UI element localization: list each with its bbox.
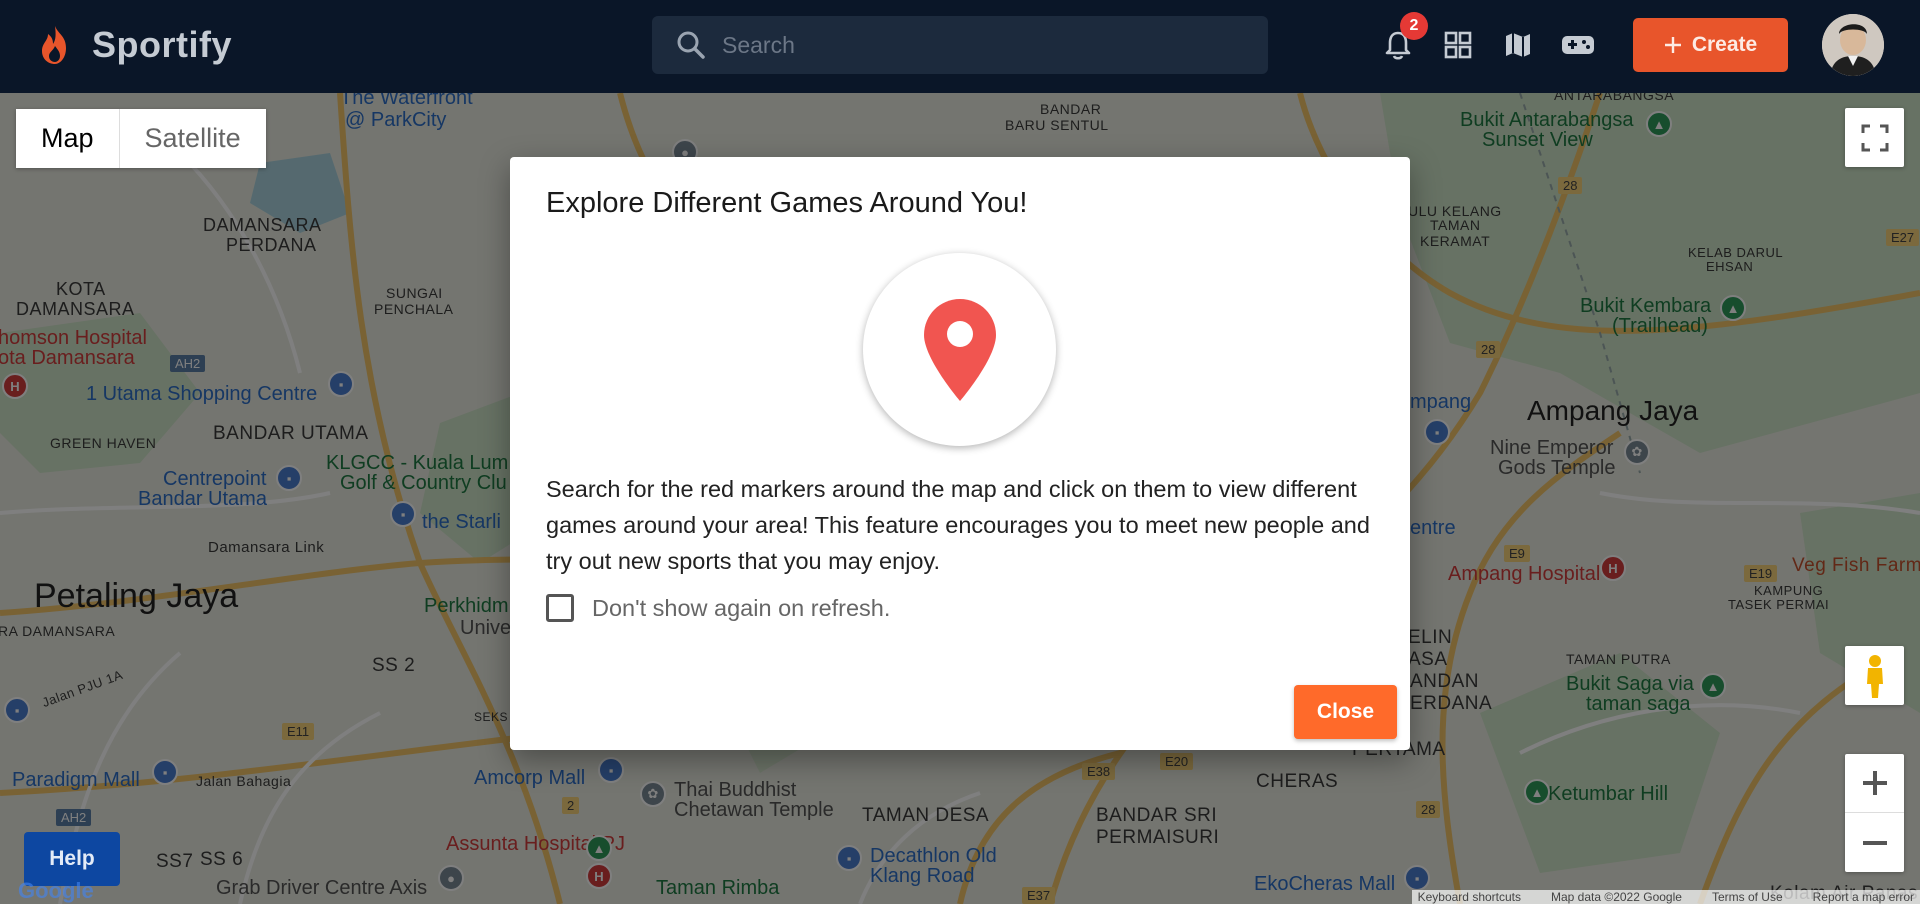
- app-logo[interactable]: Sportify: [32, 22, 232, 68]
- create-button-label: Create: [1691, 33, 1758, 56]
- map-data-text: Map data ©2022 Google: [1551, 890, 1682, 904]
- fullscreen-button[interactable]: [1845, 108, 1904, 167]
- dashboard-button[interactable]: [1440, 27, 1476, 63]
- keyboard-shortcuts-link[interactable]: Keyboard shortcuts: [1418, 890, 1521, 904]
- map-type-map-button[interactable]: Map: [16, 109, 119, 168]
- fullscreen-icon: [1861, 124, 1888, 151]
- map-icon: [1506, 33, 1530, 57]
- zoom-in-button[interactable]: [1845, 754, 1904, 813]
- user-avatar[interactable]: [1822, 14, 1884, 76]
- dialog-title: Explore Different Games Around You!: [546, 187, 1028, 219]
- search-bar[interactable]: [652, 16, 1268, 74]
- app-name: Sportify: [92, 24, 233, 65]
- dont-show-again-label: Don't show again on refresh.: [592, 594, 891, 621]
- plus-icon: [1664, 37, 1681, 53]
- grid-icon: [1444, 31, 1472, 59]
- street-view-pegman[interactable]: [1845, 646, 1904, 705]
- report-error-link[interactable]: Report a map error: [1813, 890, 1914, 904]
- fire-logo-icon: [42, 26, 66, 64]
- dialog-illustration: [863, 253, 1056, 446]
- google-logo: Google: [18, 878, 94, 903]
- explore-games-dialog: Explore Different Games Around You! Sear…: [510, 157, 1410, 750]
- search-input[interactable]: [722, 31, 1242, 59]
- map-type-satellite-button[interactable]: Satellite: [118, 109, 266, 168]
- map-attribution: Keyboard shortcuts Map data ©2022 Google…: [1411, 890, 1920, 904]
- notification-count-badge: 2: [1400, 12, 1428, 40]
- search-icon: [677, 31, 705, 59]
- dont-show-again-checkbox[interactable]: [546, 594, 574, 622]
- dont-show-again-option[interactable]: Don't show again on refresh.: [546, 594, 890, 622]
- user-photo: [1822, 14, 1884, 76]
- plus-icon: [1862, 771, 1887, 795]
- terms-link[interactable]: Terms of Use: [1712, 890, 1783, 904]
- create-button[interactable]: Create: [1633, 18, 1788, 72]
- map-type-control: Map Satellite: [16, 109, 266, 168]
- zoom-out-button[interactable]: [1845, 813, 1904, 872]
- zoom-control: [1845, 754, 1904, 872]
- map-view-button[interactable]: [1500, 27, 1536, 63]
- dialog-body: Search for the red markers around the ma…: [546, 476, 1370, 574]
- gamepad-icon: [1562, 36, 1594, 54]
- games-button[interactable]: [1560, 27, 1596, 63]
- pegman-icon: [1866, 654, 1883, 698]
- map-pin-icon: [923, 298, 996, 401]
- top-navbar: Sportify 2: [0, 0, 1920, 93]
- close-button[interactable]: Close: [1294, 685, 1397, 739]
- minus-icon: [1862, 840, 1887, 845]
